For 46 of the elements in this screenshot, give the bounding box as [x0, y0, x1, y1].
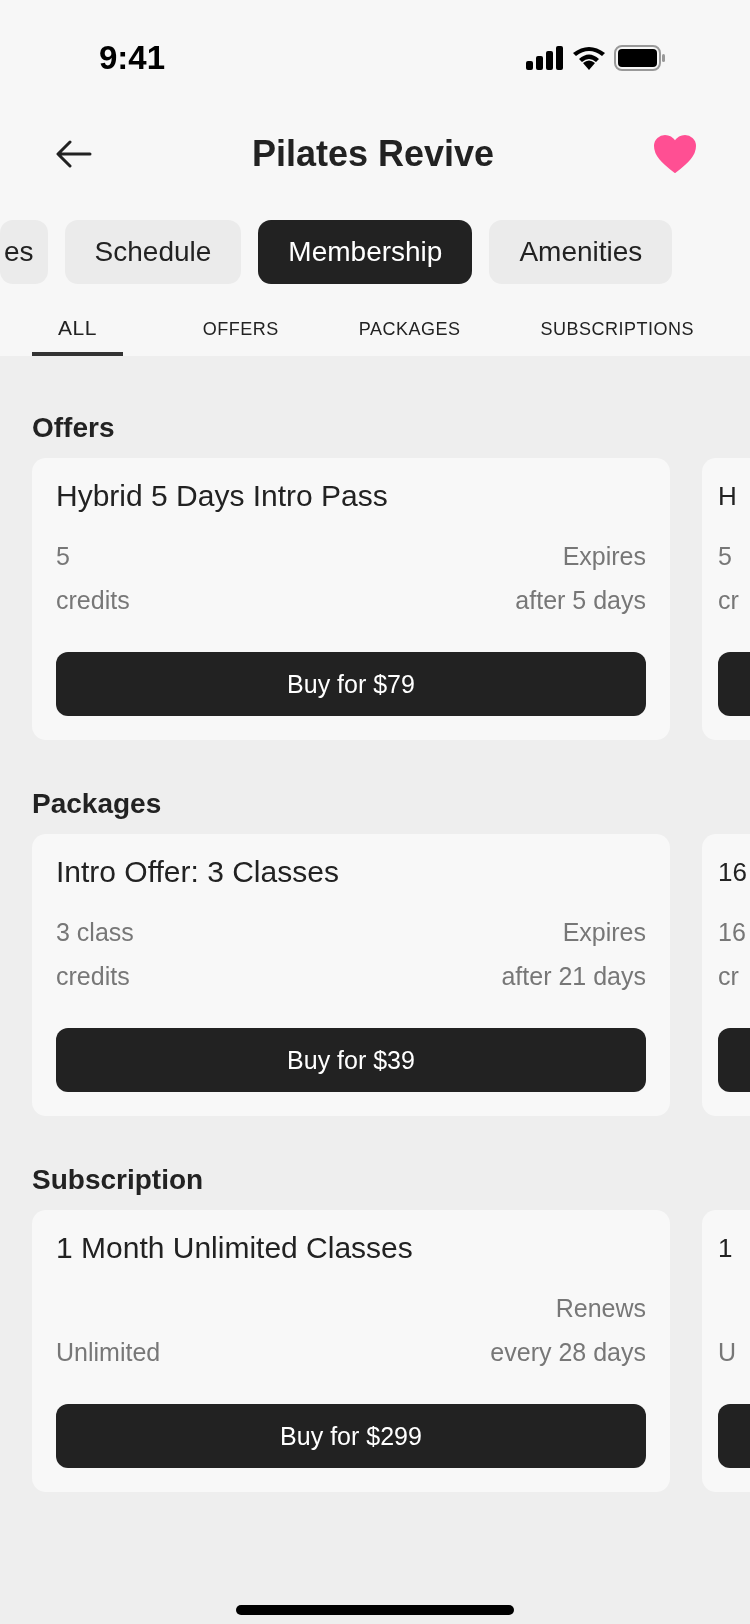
- section-title: Subscription: [31, 1163, 205, 1197]
- wifi-icon: [572, 46, 606, 70]
- credits-text: credits: [56, 585, 130, 616]
- section-title: Offers: [31, 411, 116, 445]
- category-tab[interactable]: es: [0, 220, 48, 284]
- card-title: Intro Offer: 3 Classes: [56, 854, 340, 890]
- credits-text: 3 class: [56, 917, 134, 948]
- category-tab[interactable]: Schedule: [64, 220, 242, 284]
- page-title: Pilates Revive: [251, 133, 495, 175]
- credits-text: cr: [718, 961, 740, 992]
- expiry-text: Expires: [562, 541, 646, 572]
- buy-button[interactable]: Buy for $79: [56, 652, 646, 716]
- expiry-text: Renews: [555, 1293, 646, 1324]
- buy-button[interactable]: [718, 652, 750, 716]
- back-arrow-icon[interactable]: [56, 140, 92, 168]
- filter-tab[interactable]: ALL: [32, 308, 123, 356]
- buy-button[interactable]: [718, 1028, 750, 1092]
- category-tab[interactable]: Amenities: [489, 220, 673, 284]
- card-title: Hybrid 5 Days Intro Pass: [56, 478, 389, 514]
- credits-text: Unlimited: [56, 1337, 161, 1368]
- card-title: 16: [718, 856, 748, 889]
- expiry-text: Expires: [562, 917, 646, 948]
- filter-tab[interactable]: SUBSCRIPTIONS: [540, 308, 694, 356]
- expiry-text: after 5 days: [515, 585, 646, 616]
- filter-tab[interactable]: PACKAGES: [358, 308, 461, 356]
- category-tab[interactable]: Membership: [258, 220, 473, 284]
- filter-tab[interactable]: OFFERS: [202, 308, 279, 356]
- battery-icon: [614, 45, 666, 71]
- status-time: 9:41: [99, 39, 166, 77]
- expiry-text: every 28 days: [490, 1337, 646, 1368]
- card-title: H: [718, 480, 738, 513]
- credits-text: 5: [718, 541, 733, 572]
- signal-icon: [526, 46, 564, 70]
- card-title: 1 Month Unlimited Classes: [56, 1230, 414, 1266]
- heart-icon[interactable]: [654, 135, 696, 173]
- credits-text: 16: [718, 917, 746, 948]
- section-title: Packages: [31, 787, 163, 821]
- credits-text: 5: [56, 541, 71, 572]
- buy-button[interactable]: Buy for $39: [56, 1028, 646, 1092]
- expiry-text: after 21 days: [501, 961, 646, 992]
- buy-button[interactable]: [718, 1404, 750, 1468]
- card-title: 1: [718, 1232, 734, 1265]
- credits-text: cr: [718, 585, 739, 616]
- buy-button[interactable]: Buy for $299: [56, 1404, 646, 1468]
- credits-text: U: [718, 1337, 737, 1368]
- credits-text: credits: [56, 961, 131, 992]
